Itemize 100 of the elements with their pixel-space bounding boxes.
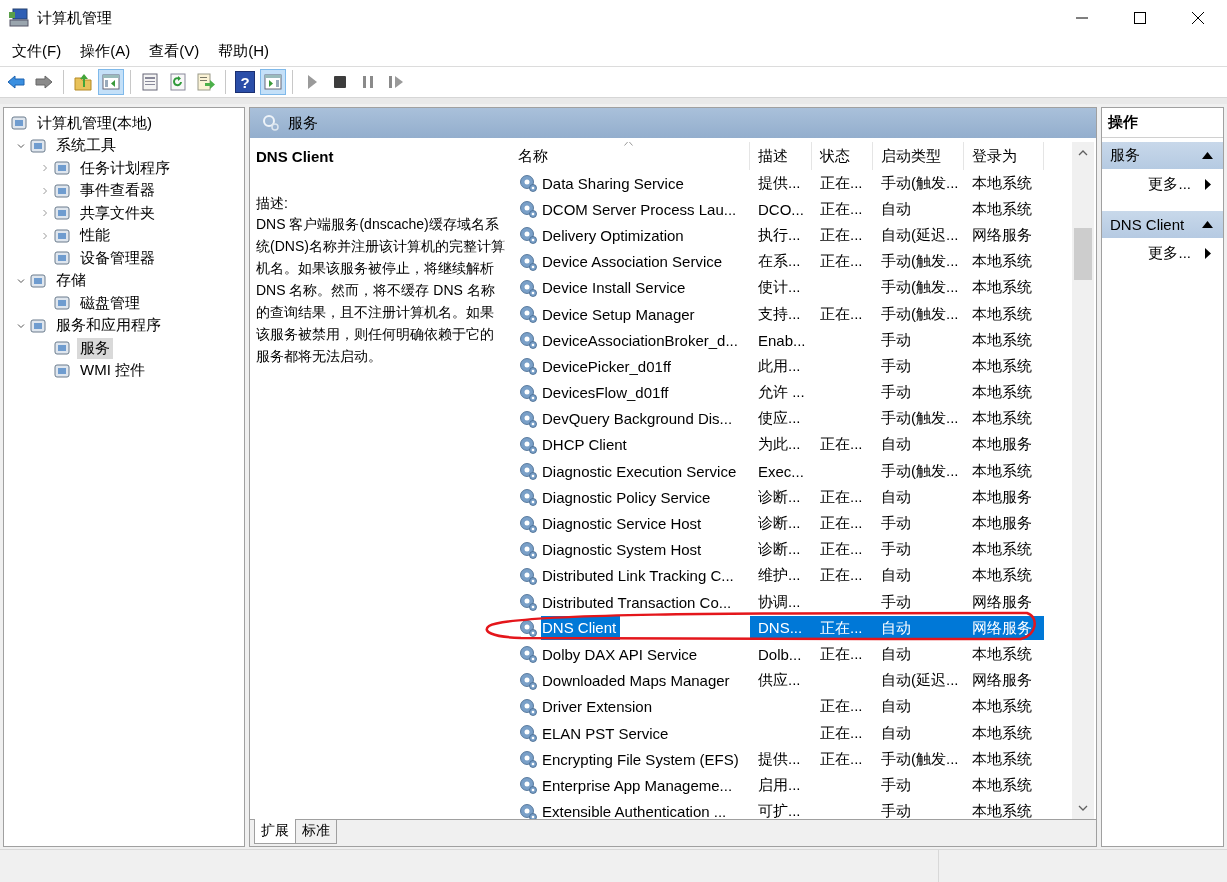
service-name[interactable]: Enterprise App Manageme... bbox=[541, 776, 733, 794]
table-cell: DNS... bbox=[750, 616, 812, 641]
service-name[interactable]: Device Setup Manager bbox=[541, 305, 695, 323]
tree-item[interactable]: 存储 bbox=[53, 270, 89, 292]
table-cell-text: 正在... bbox=[819, 697, 864, 717]
gear-icon bbox=[518, 618, 538, 639]
menu-item[interactable]: 帮助(H) bbox=[210, 37, 277, 65]
gear-icon bbox=[518, 173, 538, 194]
service-name[interactable]: Diagnostic Policy Service bbox=[541, 488, 711, 506]
table-cell-text: 本地系统 bbox=[971, 173, 1033, 193]
gear-icon bbox=[518, 199, 538, 220]
table-cell-text: 本地系统 bbox=[971, 644, 1033, 664]
scroll-up-icon[interactable] bbox=[1078, 150, 1088, 156]
forward-arrow-icon bbox=[35, 73, 53, 91]
table-cell-text: 本地系统 bbox=[971, 330, 1033, 350]
pane-title: 服务 bbox=[288, 113, 318, 133]
section-title: DNS Client bbox=[1110, 216, 1185, 233]
tree-item[interactable]: 服务和应用程序 bbox=[53, 315, 164, 337]
action-link[interactable]: 更多... bbox=[1102, 238, 1223, 268]
gear-icon bbox=[518, 277, 538, 298]
service-name[interactable]: Delivery Optimization bbox=[541, 226, 684, 244]
menu-item[interactable]: 文件(F) bbox=[4, 37, 70, 65]
table-cell-text: 自动(延迟... bbox=[880, 225, 960, 245]
tree-item[interactable]: 设备管理器 bbox=[77, 247, 158, 269]
table-cell-text: 正在... bbox=[819, 199, 864, 219]
node-icon bbox=[29, 316, 47, 335]
tree-item[interactable]: 事件查看器 bbox=[77, 180, 158, 202]
service-name[interactable]: DevicePicker_d01ff bbox=[541, 357, 671, 375]
service-name[interactable]: DCOM Server Process Lau... bbox=[541, 200, 737, 218]
service-name[interactable]: DevicesFlow_d01ff bbox=[541, 384, 669, 402]
gear-icon bbox=[518, 330, 538, 351]
table-cell-text: 本地系统 bbox=[971, 278, 1033, 298]
service-name[interactable]: Driver Extension bbox=[541, 698, 653, 716]
table-cell-text: 正在... bbox=[819, 252, 864, 272]
gear-icon bbox=[518, 408, 538, 429]
action-link[interactable]: 更多... bbox=[1102, 169, 1223, 199]
table-cell-text: 本地服务 bbox=[971, 514, 1033, 534]
service-name[interactable]: ELAN PST Service bbox=[541, 724, 669, 742]
service-name[interactable]: Diagnostic Service Host bbox=[541, 515, 702, 533]
gear-icon bbox=[518, 749, 538, 770]
scrollbar[interactable] bbox=[1071, 142, 1094, 819]
service-name[interactable]: Device Association Service bbox=[541, 253, 723, 271]
table-cell-text: 手动 bbox=[880, 540, 912, 560]
service-name[interactable]: Device Install Service bbox=[541, 279, 686, 297]
table-cell-text: 手动(触发... bbox=[880, 409, 960, 429]
service-name[interactable]: Diagnostic Execution Service bbox=[541, 462, 737, 480]
tree-item[interactable]: WMI 控件 bbox=[77, 360, 148, 382]
service-name[interactable]: Data Sharing Service bbox=[541, 174, 684, 192]
description-text: DNS 客户端服务(dnscache)缓存域名系统(DNS)名称并注册该计算机的完整计算机名。如果该服务被停止，将继续解析 DNS 名称。然而，将不缓存 DNS 名称的查询结果，且不注册计算机名。如果该服务被禁用，则任何明确依赖于它的服务都将无法启动。 bbox=[256, 215, 506, 366]
table-cell-text: 此用... bbox=[757, 356, 802, 376]
gear-icon bbox=[518, 592, 538, 613]
node-icon bbox=[10, 114, 28, 133]
export-icon bbox=[197, 73, 215, 91]
table-cell: 正在... bbox=[812, 616, 873, 641]
table-cell-text: 诊断... bbox=[757, 514, 802, 534]
table-cell-text: 提供... bbox=[757, 173, 802, 193]
tree-item[interactable]: 磁盘管理 bbox=[77, 292, 143, 314]
table-cell-text: 使计... bbox=[757, 278, 802, 298]
scroll-down-icon[interactable] bbox=[1078, 805, 1088, 811]
collapse-arrow-icon[interactable] bbox=[1202, 221, 1213, 228]
collapse-arrow-icon[interactable] bbox=[1202, 152, 1213, 159]
table-cell-text: 网络服务 bbox=[971, 225, 1033, 245]
gear-icon bbox=[518, 225, 538, 246]
menu-item[interactable]: 操作(A) bbox=[72, 37, 139, 65]
menu-item[interactable]: 查看(V) bbox=[141, 37, 208, 65]
tab[interactable]: 标准 bbox=[295, 820, 337, 844]
service-name[interactable]: Distributed Transaction Co... bbox=[541, 593, 732, 611]
table-cell-text: 使应... bbox=[757, 409, 802, 429]
tree-item[interactable]: 系统工具 bbox=[53, 135, 119, 157]
service-name[interactable]: DeviceAssociationBroker_d... bbox=[541, 331, 738, 349]
table-cell-text: 自动 bbox=[880, 723, 912, 743]
tree-item[interactable]: 性能 bbox=[77, 225, 113, 247]
section-header[interactable]: DNS Client bbox=[1102, 211, 1223, 238]
table-cell-text: 支持... bbox=[757, 304, 802, 324]
service-name[interactable]: Downloaded Maps Manager bbox=[541, 672, 730, 690]
service-name[interactable]: Encrypting File System (EFS) bbox=[541, 750, 739, 768]
tree-item[interactable]: 计算机管理(本地) bbox=[34, 112, 155, 134]
folder-arrow-icon bbox=[74, 73, 92, 91]
table-cell-text: 手动(触发... bbox=[880, 278, 960, 298]
service-name[interactable]: DevQuery Background Dis... bbox=[541, 410, 733, 428]
tree-item[interactable]: 服务 bbox=[77, 337, 113, 359]
table-cell-text: 本地系统 bbox=[971, 540, 1033, 560]
service-name[interactable]: DHCP Client bbox=[541, 436, 627, 454]
table-cell-text: 正在... bbox=[819, 749, 864, 769]
service-name[interactable]: Distributed Link Tracking C... bbox=[541, 567, 734, 585]
tree-item[interactable]: 共享文件夹 bbox=[77, 202, 158, 224]
gear-icon bbox=[518, 670, 538, 691]
maximize-icon bbox=[1134, 12, 1146, 24]
service-name[interactable]: Dolby DAX API Service bbox=[541, 645, 698, 663]
window-title: 计算机管理 bbox=[37, 8, 113, 28]
tree-item[interactable]: 任务计划程序 bbox=[77, 157, 173, 179]
service-name[interactable]: Extensible Authentication ... bbox=[541, 803, 727, 819]
service-name[interactable]: Diagnostic System Host bbox=[541, 541, 702, 559]
tab[interactable]: 扩展 bbox=[254, 819, 296, 844]
table-cell-text: 本地系统 bbox=[971, 356, 1033, 376]
table-cell-text: 本地系统 bbox=[971, 775, 1033, 795]
section-header[interactable]: 服务 bbox=[1102, 142, 1223, 169]
table-cell-text: 本地系统 bbox=[971, 749, 1033, 769]
help-button[interactable]: ? bbox=[232, 69, 258, 95]
scroll-thumb[interactable] bbox=[1074, 228, 1092, 280]
